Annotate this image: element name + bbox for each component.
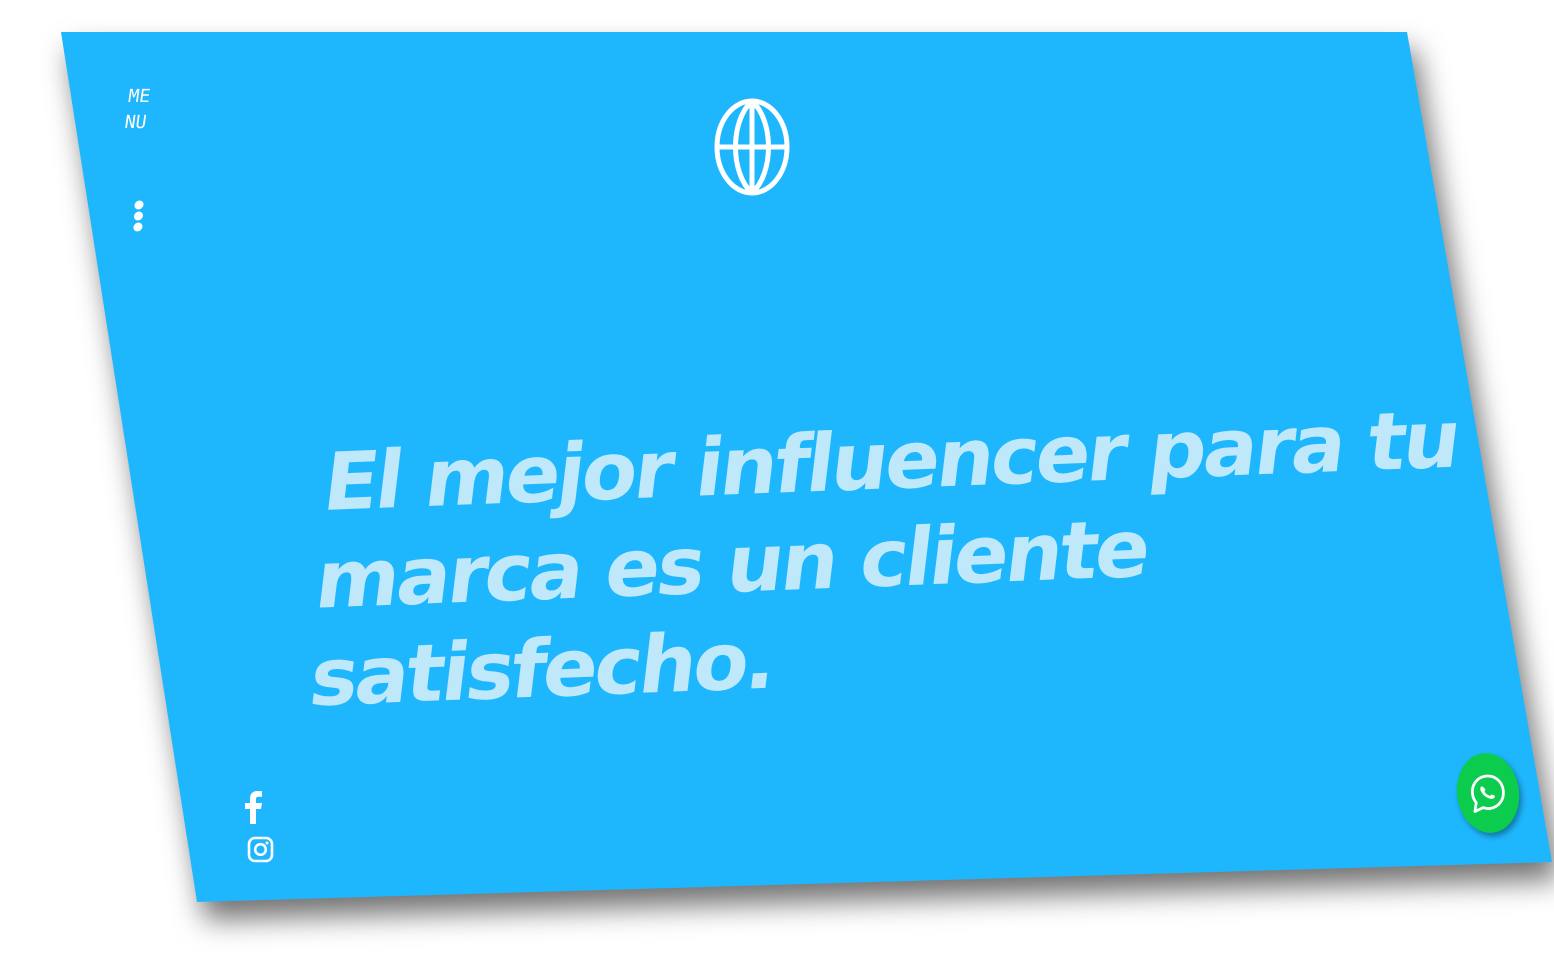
hero-content: MENU El mejor influencer para tu marca e…: [0, 0, 1554, 958]
menu-toggle[interactable]: MENU: [104, 84, 166, 244]
whatsapp-icon: [1470, 774, 1505, 813]
whatsapp-button[interactable]: [1451, 749, 1525, 837]
vertical-dots-icon: [133, 200, 144, 232]
menu-label: MENU: [123, 86, 152, 133]
globe-icon[interactable]: [712, 96, 792, 198]
hero-headline: El mejor influencer para tu marca es un …: [295, 392, 1463, 727]
facebook-icon[interactable]: [242, 790, 264, 824]
instagram-icon[interactable]: [247, 836, 275, 864]
page: MENU El mejor influencer para tu marca e…: [0, 0, 1554, 958]
